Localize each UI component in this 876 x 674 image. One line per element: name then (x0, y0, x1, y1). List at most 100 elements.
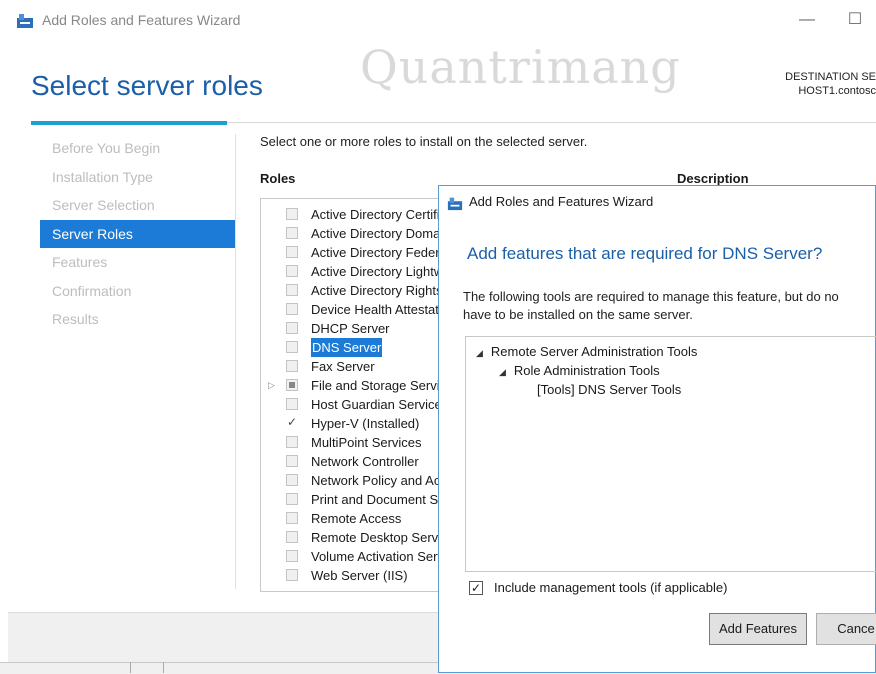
nav-step-server-selection[interactable]: Server Selection (40, 191, 235, 220)
expand-arrow-icon[interactable]: ▷ (268, 376, 275, 395)
role-row[interactable]: Network Controller (261, 452, 451, 471)
tree-node[interactable]: [Tools] DNS Server Tools (537, 382, 681, 397)
role-label: Active Directory Rights Management Servi… (311, 283, 451, 298)
role-row[interactable]: MultiPoint Services (261, 433, 451, 452)
role-label: Remote Desktop Services (311, 530, 452, 545)
role-checkbox[interactable]: ✓ (286, 416, 298, 429)
role-checkbox[interactable] (286, 284, 298, 296)
role-row[interactable]: Host Guardian Service (261, 395, 451, 414)
role-label: Network Policy and Access Services (311, 473, 451, 488)
role-label: Volume Activation Services (311, 549, 452, 564)
role-checkbox[interactable] (286, 379, 298, 391)
destination-host: HOST1.contosc (798, 85, 876, 97)
dialog-description-line: The following tools are required to mana… (463, 289, 839, 304)
role-label: DNS Server (311, 338, 383, 357)
role-row[interactable]: Active Directory Rights Management Servi… (261, 281, 451, 300)
features-tree[interactable]: ◢ Remote Server Administration Tools ◢ Role… (465, 336, 876, 572)
roles-list[interactable]: Active Directory Certificate Services Act… (260, 198, 452, 592)
window-title: Add Roles and Features Wizard (42, 12, 241, 28)
role-row[interactable]: Fax Server (261, 357, 451, 376)
role-checkbox[interactable] (286, 265, 298, 277)
server-manager-icon (447, 197, 463, 211)
role-checkbox[interactable] (286, 303, 298, 315)
role-checkbox[interactable] (286, 208, 298, 220)
description-header: Description (677, 171, 749, 186)
page-title: Select server roles (31, 70, 263, 101)
status-divider (130, 662, 131, 673)
maximize-button[interactable]: ☐ (838, 6, 872, 34)
nav-step-before-you-begin[interactable]: Before You Begin (40, 134, 235, 163)
title-bar: Add Roles and Features Wizard — ☐ (0, 0, 876, 40)
watermark: Quantrimang (360, 40, 681, 94)
role-label: DHCP Server (311, 321, 390, 336)
nav-step-server-roles[interactable]: Server Roles (40, 219, 235, 248)
role-row[interactable]: Active Directory Certificate Services (261, 205, 451, 224)
add-features-button[interactable]: Add Features (709, 613, 807, 645)
role-row[interactable]: Remote Access (261, 509, 451, 528)
role-checkbox[interactable] (286, 569, 298, 581)
role-label: Active Directory Lightweight Directory S… (311, 264, 451, 279)
role-label: Web Server (IIS) (311, 568, 408, 583)
role-checkbox[interactable] (286, 246, 298, 258)
role-label: Remote Access (311, 511, 402, 526)
role-checkbox[interactable] (286, 227, 298, 239)
destination-label: DESTINATION SE (785, 71, 876, 83)
status-divider (163, 662, 164, 673)
role-row[interactable]: Volume Activation Services (261, 547, 451, 566)
role-label: Active Directory Federation Services (311, 245, 451, 260)
minimize-button[interactable]: — (790, 6, 824, 34)
role-row[interactable]: ✓ Hyper-V (Installed) (261, 414, 451, 433)
role-checkbox[interactable] (286, 360, 298, 372)
roles-header: Roles (260, 171, 296, 186)
role-row[interactable]: Active Directory Lightweight Directory S… (261, 262, 451, 281)
role-label: Hyper-V (Installed) (311, 416, 420, 431)
role-checkbox[interactable] (286, 322, 298, 334)
role-label: Print and Document Services (311, 492, 451, 507)
tree-node[interactable]: ◢ Role Administration Tools (499, 363, 660, 378)
role-row[interactable]: DHCP Server (261, 319, 451, 338)
nav-step-installation-type[interactable]: Installation Type (40, 163, 235, 192)
role-row[interactable]: Remote Desktop Services (261, 528, 451, 547)
role-label: Host Guardian Service (311, 397, 442, 412)
include-tools-checkbox[interactable]: ✓ (469, 581, 483, 595)
role-label: Network Controller (311, 454, 419, 469)
role-row[interactable]: Print and Document Services (261, 490, 451, 509)
wizard-footer (8, 612, 458, 663)
role-checkbox[interactable] (286, 398, 298, 410)
role-checkbox[interactable] (286, 531, 298, 543)
wizard-steps-nav: Before You Begin Installation Type Server … (40, 134, 235, 334)
role-checkbox[interactable] (286, 341, 298, 353)
dialog-description-line: have to be installed on the same server. (463, 307, 693, 322)
tree-node[interactable]: ◢ Remote Server Administration Tools (476, 344, 697, 359)
cancel-button[interactable]: Cance (816, 613, 876, 645)
nav-step-confirmation[interactable]: Confirmation (40, 277, 235, 306)
role-row[interactable]: Device Health Attestation (261, 300, 451, 319)
instruction-text: Select one or more roles to install on t… (260, 134, 588, 149)
role-label: Device Health Attestation (311, 302, 452, 317)
role-checkbox[interactable] (286, 455, 298, 467)
server-manager-icon (17, 14, 33, 28)
nav-divider (235, 134, 236, 589)
nav-step-features[interactable]: Features (40, 248, 235, 277)
role-row[interactable]: ▷ File and Storage Services (261, 376, 451, 395)
dialog-description: The following tools are required to mana… (463, 288, 876, 324)
role-checkbox[interactable] (286, 493, 298, 505)
role-checkbox[interactable] (286, 436, 298, 448)
role-checkbox[interactable] (286, 474, 298, 486)
add-features-dialog: Add Roles and Features Wizard Add featur… (438, 185, 876, 673)
role-label: File and Storage Services (311, 378, 452, 393)
dialog-title: Add Roles and Features Wizard (469, 194, 654, 209)
tree-node-label: Role Administration Tools (513, 363, 660, 378)
role-checkbox[interactable] (286, 550, 298, 562)
include-tools-label[interactable]: Include management tools (if applicable) (494, 580, 727, 595)
nav-step-results[interactable]: Results (40, 305, 235, 334)
role-row[interactable]: Network Policy and Access Services (261, 471, 451, 490)
role-row[interactable]: Active Directory Domain Services (261, 224, 451, 243)
role-label: Active Directory Domain Services (311, 226, 451, 241)
expanded-triangle-icon[interactable]: ◢ (499, 367, 506, 377)
expanded-triangle-icon[interactable]: ◢ (476, 348, 483, 358)
role-row[interactable]: Active Directory Federation Services (261, 243, 451, 262)
role-row[interactable]: DNS Server (261, 338, 451, 357)
role-checkbox[interactable] (286, 512, 298, 524)
role-row[interactable]: Web Server (IIS) (261, 566, 451, 585)
